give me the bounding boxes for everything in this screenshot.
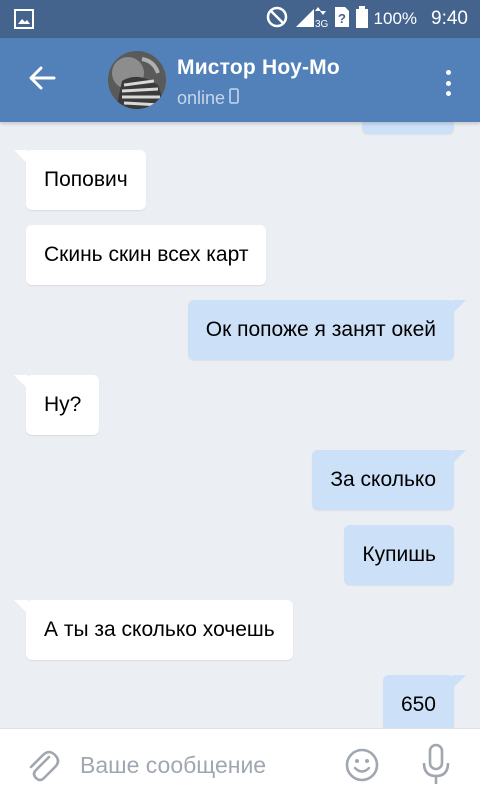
message-text: А ты за сколько хочешь <box>44 618 275 641</box>
svg-text:?: ? <box>338 11 346 26</box>
message-text: 650 <box>400 693 436 716</box>
message-bubble-incoming[interactable]: Ну? <box>14 375 100 435</box>
message-bubble-outgoing[interactable]: 650 <box>382 675 466 728</box>
message-text: Купишь <box>362 543 436 566</box>
more-vert-icon[interactable] <box>436 66 460 100</box>
message-bubble-outgoing[interactable]: Купишь <box>344 525 454 585</box>
image-icon <box>14 9 34 34</box>
battery-percent: 100% <box>373 9 418 28</box>
message-list[interactable]: Попович Скинь скин всех карт Ок попоже я… <box>0 122 480 728</box>
back-button[interactable] <box>22 62 62 98</box>
paperclip-icon[interactable] <box>22 745 62 785</box>
battery-icon <box>355 5 368 33</box>
message-text: За сколько <box>330 468 436 491</box>
message-bubble-incoming[interactable]: Скинь скин всех карт <box>26 225 267 285</box>
mobile-icon <box>229 88 239 109</box>
message-bubble-incoming[interactable]: Попович <box>14 150 146 210</box>
message-bubble-incoming[interactable]: А ты за сколько хочешь <box>14 600 293 660</box>
message-text: Скинь скин всех карт <box>44 243 249 266</box>
signal-icon: 3G <box>294 5 328 34</box>
contact-status-label: online <box>177 88 226 108</box>
message-text: Ок попоже я занят окей <box>205 318 436 341</box>
message-composer <box>0 728 480 800</box>
message-input[interactable] <box>80 743 330 787</box>
network-type-label: 3G <box>315 19 328 29</box>
back-arrow-icon <box>28 66 56 95</box>
microphone-icon[interactable] <box>420 743 452 787</box>
message-bubble-outgoing[interactable]: За сколько <box>312 450 466 510</box>
chat-header: Мистор Ноу-Мо online <box>0 38 480 122</box>
do-not-disturb-icon <box>266 6 288 33</box>
message-bubble-outgoing[interactable]: Ок попоже я занят окей <box>187 300 466 360</box>
sim-unknown-icon: ? <box>334 6 350 33</box>
status-bar: 3G ? 100% 9:40 <box>0 0 480 38</box>
message-text: Ну? <box>44 393 82 416</box>
contact-status: online <box>177 88 239 109</box>
message-bubble-outgoing[interactable] <box>362 122 454 134</box>
clock: 9:40 <box>431 8 468 29</box>
contact-name[interactable]: Мистор Ноу-Мо <box>177 56 340 80</box>
avatar[interactable] <box>108 51 166 109</box>
emoji-icon[interactable] <box>344 747 380 783</box>
message-text: Попович <box>44 168 128 191</box>
